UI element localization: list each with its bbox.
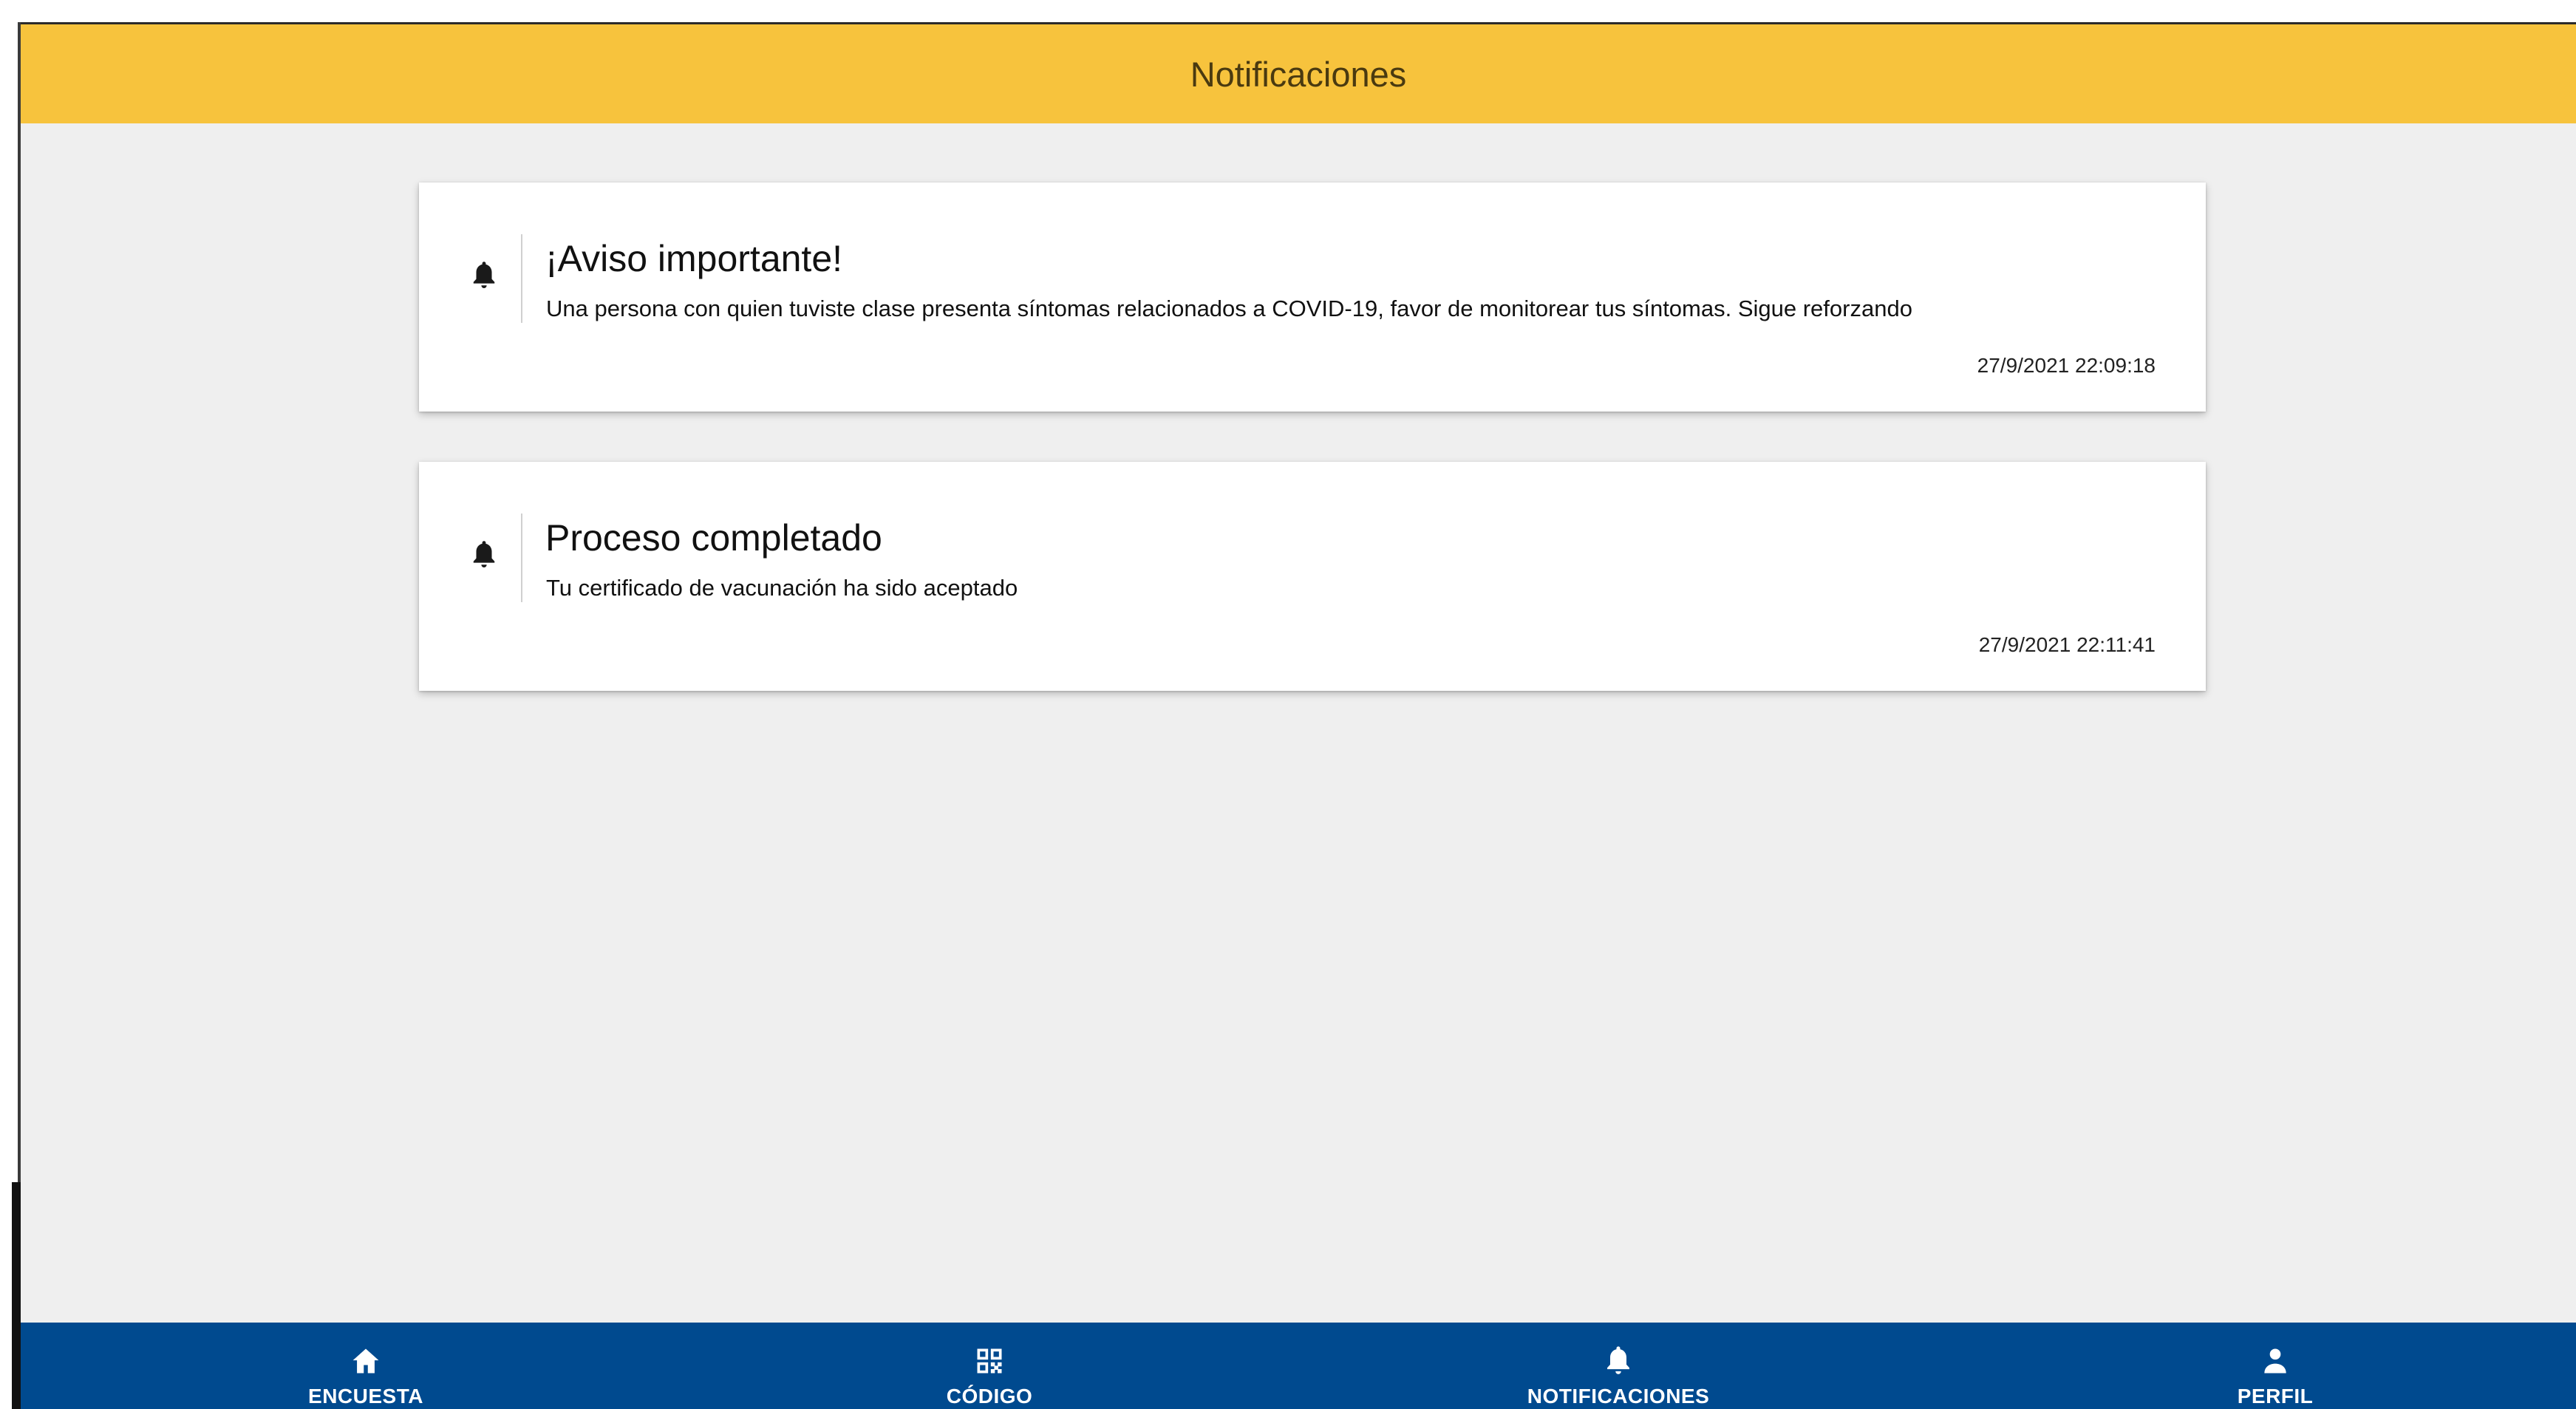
nav-label: CÓDIGO <box>946 1385 1033 1408</box>
notification-card[interactable]: Proceso completado Tu certificado de vac… <box>419 462 2206 691</box>
nav-label: NOTIFICACIONES <box>1527 1385 1710 1408</box>
person-icon <box>2264 1348 2286 1374</box>
notification-timestamp: 27/9/2021 22:09:18 <box>1977 354 2156 377</box>
header-bar: Notificaciones <box>21 24 2576 123</box>
notification-title: Proceso completado <box>545 517 882 559</box>
notification-timestamp: 27/9/2021 22:11:41 <box>1978 633 2156 656</box>
notification-card[interactable]: ¡Aviso importante! Una persona con quien… <box>419 182 2206 412</box>
nav-item-perfil[interactable]: PERFIL <box>2127 1323 2423 1409</box>
nav-item-notificaciones[interactable]: NOTIFICACIONES <box>1471 1323 1766 1409</box>
bell-icon <box>473 262 495 288</box>
nav-label: PERFIL <box>2237 1385 2314 1408</box>
notification-message: Una persona con quien tuviste clase pres… <box>546 296 1912 321</box>
page-title: Notificaciones <box>1190 54 1407 94</box>
bell-icon <box>1607 1346 1629 1374</box>
home-icon <box>352 1348 379 1374</box>
card-divider <box>521 234 522 323</box>
notification-message: Tu certificado de vacunación ha sido ace… <box>546 575 1018 601</box>
bottom-nav: ENCUESTA CÓDIGO NOTIFICACIONES PERFIL <box>21 1323 2576 1409</box>
qr-code-icon <box>977 1348 1002 1374</box>
nav-label: ENCUESTA <box>308 1385 423 1408</box>
card-divider <box>521 514 522 602</box>
screen-frame: Notificaciones ¡Aviso importante! Una pe… <box>0 0 2576 1409</box>
notification-title: ¡Aviso importante! <box>545 238 843 279</box>
nav-item-codigo[interactable]: CÓDIGO <box>842 1323 1137 1409</box>
app-window: Notificaciones ¡Aviso importante! Una pe… <box>21 22 2576 1409</box>
nav-item-encuesta[interactable]: ENCUESTA <box>218 1323 514 1409</box>
bell-icon <box>473 541 495 567</box>
